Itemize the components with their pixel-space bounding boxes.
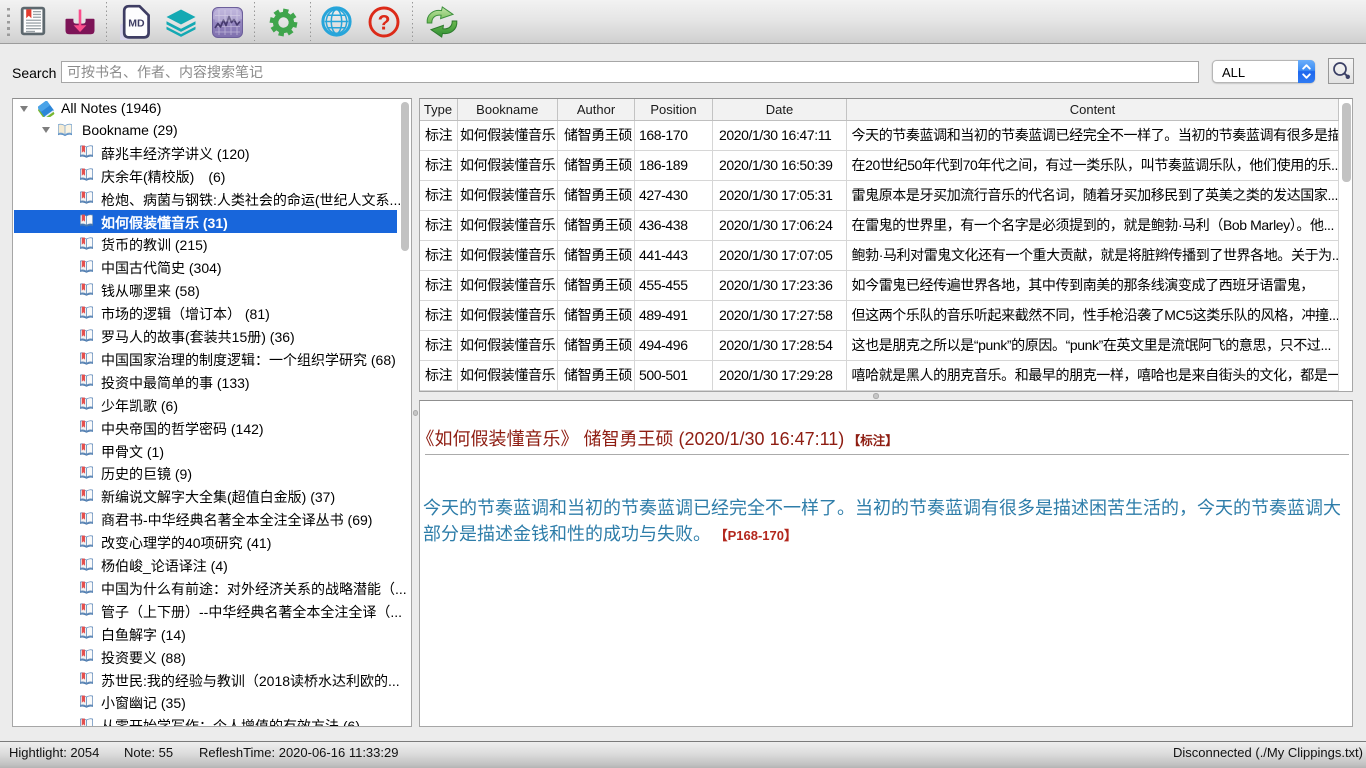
svg-text:MD: MD	[128, 18, 145, 30]
svg-text:?: ?	[378, 12, 391, 35]
